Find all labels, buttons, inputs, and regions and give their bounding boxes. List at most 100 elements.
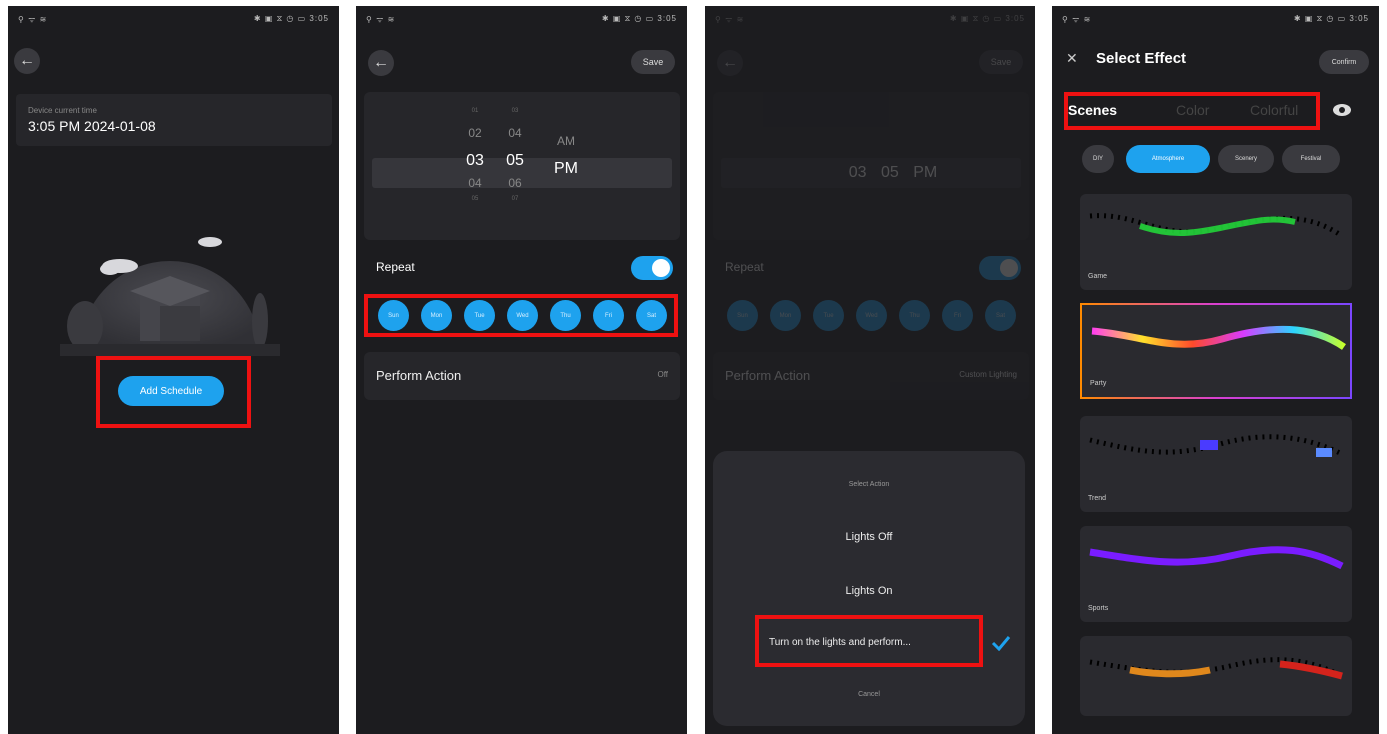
schedule-edit-screen: ⚲ ᯤ ≋ ✱ ▣ ⧖ ◷ ▭ 3:05 ← Save 01 02 03 04 …: [356, 6, 687, 734]
cancel-button[interactable]: Cancel: [713, 691, 1025, 698]
day-sat-button[interactable]: Sat: [636, 300, 667, 331]
perform-action-row[interactable]: Perform Action Off: [364, 352, 680, 400]
save-button[interactable]: Save: [631, 50, 675, 74]
perform-action-value: Custom Lighting: [959, 370, 1017, 379]
schedule-empty-screen: ⚲ ᯤ ≋ ✱ ▣ ⧖ ◷ ▭ 3:05 ← Device current ti…: [8, 6, 339, 734]
confirm-button[interactable]: Confirm: [1319, 50, 1369, 74]
minute-option[interactable]: 07: [500, 196, 530, 206]
repeat-toggle[interactable]: [631, 256, 673, 280]
chip-atmosphere[interactable]: Atmosphere: [1126, 145, 1210, 173]
option-lights-and-perform[interactable]: Turn on the lights and perform...: [769, 637, 979, 648]
minute-option[interactable]: 04: [500, 126, 530, 146]
effect-card-game[interactable]: Game: [1080, 194, 1352, 290]
select-effect-screen: ⚲ ᯤ ≋ ✱ ▣ ⧖ ◷ ▭ 3:05 ✕ Select Effect Con…: [1052, 6, 1379, 734]
back-button[interactable]: ←: [717, 50, 743, 76]
hour-option[interactable]: 02: [460, 126, 490, 146]
arrow-left-icon: ←: [19, 52, 35, 69]
perform-action-value: Off: [657, 370, 668, 379]
status-left: ⚲ ᯤ ≋: [715, 15, 745, 24]
minute-option[interactable]: 03: [500, 108, 530, 118]
status-bar: ⚲ ᯤ ≋ ✱ ▣ ⧖ ◷ ▭ 3:05: [366, 14, 677, 26]
day-wed-button[interactable]: Wed: [856, 300, 887, 331]
page-title: Select Effect: [1096, 50, 1187, 67]
day-fri-button[interactable]: Fri: [942, 300, 973, 331]
eye-icon[interactable]: [1332, 102, 1352, 118]
time-picker[interactable]: 01 02 03 04 05 03 04 05 06 07 AM PM: [364, 92, 680, 240]
repeat-label: Repeat: [725, 260, 764, 274]
chip-diy[interactable]: DIY: [1082, 145, 1114, 173]
day-tue-button[interactable]: Tue: [813, 300, 844, 331]
minute-option[interactable]: 06: [500, 176, 530, 196]
effect-name: Trend: [1088, 495, 1107, 502]
hour-option[interactable]: 05: [460, 196, 490, 206]
device-time-value: 3:05 PM 2024-01-08: [28, 118, 156, 134]
sheet-title: Select Action: [848, 481, 890, 488]
status-bar: ⚲ ᯤ ≋ ✱ ▣ ⧖ ◷ ▭ 3:05: [1062, 14, 1369, 26]
checkmark-icon: [991, 636, 1011, 651]
effect-tabs: Scenes Color Colorful: [1066, 94, 1316, 128]
tab-scenes[interactable]: Scenes: [1068, 102, 1117, 118]
day-fri-button[interactable]: Fri: [593, 300, 624, 331]
minute-selected[interactable]: 05: [881, 164, 899, 181]
pm-selected[interactable]: PM: [913, 164, 937, 181]
effect-card-fifth[interactable]: [1080, 636, 1352, 716]
effect-card-sports[interactable]: Sports: [1080, 526, 1352, 622]
day-sun-button[interactable]: Sun: [378, 300, 409, 331]
repeat-toggle[interactable]: [979, 256, 1021, 280]
time-picker-selected[interactable]: 03 05 PM: [803, 164, 983, 182]
hour-option[interactable]: 04: [460, 176, 490, 196]
option-lights-on[interactable]: Lights On: [713, 585, 1025, 597]
device-time-label: Device current time: [28, 106, 97, 115]
select-action-screen: ⚲ ᯤ ≋ ✱ ▣ ⧖ ◷ ▭ 3:05 ← Save 03 05 PM Rep…: [705, 6, 1035, 734]
repeat-label: Repeat: [376, 260, 415, 274]
day-sat-button[interactable]: Sat: [985, 300, 1016, 331]
status-right: ✱ ▣ ⧖ ◷ ▭ 3:05: [949, 14, 1025, 23]
day-thu-button[interactable]: Thu: [550, 300, 581, 331]
back-button[interactable]: ←: [14, 48, 40, 74]
day-wed-button[interactable]: Wed: [507, 300, 538, 331]
am-option[interactable]: AM: [546, 134, 586, 154]
light-strip-preview-icon: [1089, 213, 1344, 239]
effect-card-party[interactable]: Party: [1080, 303, 1352, 399]
minute-wheel[interactable]: 03 04 05 06 07: [500, 108, 530, 206]
hour-wheel[interactable]: 01 02 03 04 05: [460, 108, 490, 206]
day-sun-button[interactable]: Sun: [727, 300, 758, 331]
repeat-days: Sun Mon Tue Wed Thu Fri Sat: [727, 300, 1017, 331]
status-bar: ⚲ ᯤ ≋ ✱ ▣ ⧖ ◷ ▭ 3:05: [715, 14, 1025, 26]
ampm-wheel[interactable]: AM PM: [546, 134, 586, 184]
status-bar: ⚲ ᯤ ≋ ✱ ▣ ⧖ ◷ ▭ 3:05: [18, 14, 329, 26]
perform-action-label: Perform Action: [725, 368, 811, 383]
tab-color[interactable]: Color: [1176, 102, 1209, 118]
option-lights-off[interactable]: Lights Off: [713, 531, 1025, 543]
light-strip-preview-icon: [1091, 325, 1346, 350]
day-tue-button[interactable]: Tue: [464, 300, 495, 331]
effect-name: Game: [1088, 273, 1108, 280]
minute-selected[interactable]: 05: [500, 146, 530, 176]
perform-action-row[interactable]: Perform Action Custom Lighting: [713, 352, 1029, 400]
chip-scenery[interactable]: Scenery: [1218, 145, 1274, 173]
effect-card-trend[interactable]: Trend: [1080, 416, 1352, 512]
device-time-card: Device current time 3:05 PM 2024-01-08: [16, 94, 332, 146]
hour-option[interactable]: 01: [460, 108, 490, 118]
close-icon[interactable]: ✕: [1066, 50, 1078, 67]
select-action-sheet: Select Action Lights Off Lights On Turn …: [713, 451, 1025, 726]
repeat-days: Sun Mon Tue Wed Thu Fri Sat: [378, 300, 668, 331]
hour-selected[interactable]: 03: [849, 164, 867, 181]
day-mon-button[interactable]: Mon: [770, 300, 801, 331]
status-left: ⚲ ᯤ ≋: [1062, 15, 1092, 24]
back-button[interactable]: ←: [368, 50, 394, 76]
empty-schedule-illustration-icon: [60, 237, 280, 356]
arrow-left-icon: ←: [722, 54, 738, 71]
light-strip-preview-icon: [1089, 546, 1344, 570]
add-schedule-button[interactable]: Add Schedule: [118, 376, 224, 406]
time-picker[interactable]: 03 05 PM: [713, 92, 1029, 240]
light-strip-preview-icon: [1089, 657, 1344, 680]
save-button[interactable]: Save: [979, 50, 1023, 74]
status-left: ⚲ ᯤ ≋: [18, 15, 48, 24]
chip-festival[interactable]: Festival: [1282, 145, 1340, 173]
tab-colorful[interactable]: Colorful: [1250, 102, 1310, 118]
hour-selected[interactable]: 03: [460, 146, 490, 176]
pm-selected[interactable]: PM: [546, 154, 586, 184]
day-mon-button[interactable]: Mon: [421, 300, 452, 331]
day-thu-button[interactable]: Thu: [899, 300, 930, 331]
